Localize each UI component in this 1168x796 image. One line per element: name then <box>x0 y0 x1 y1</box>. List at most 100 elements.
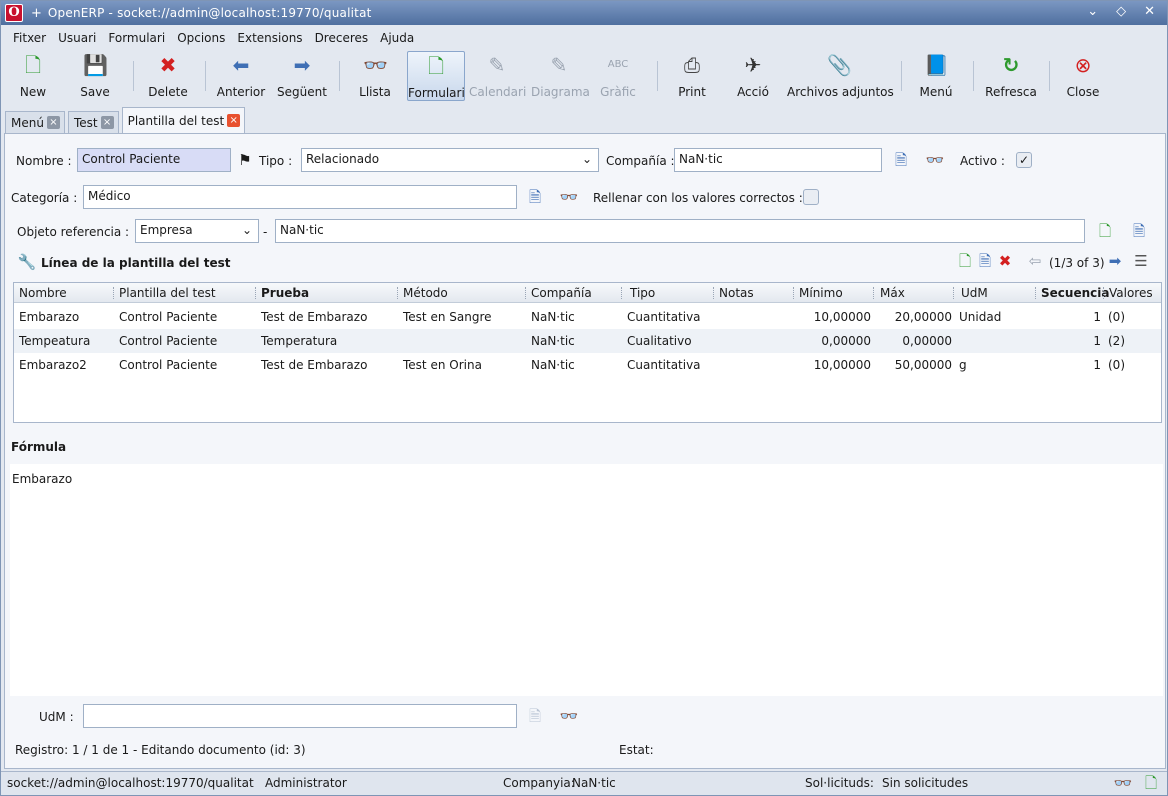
menu-extensions[interactable]: Extensions <box>233 29 310 49</box>
chevron-down-icon: ⌄ <box>241 223 252 237</box>
app-window: O + OpenERP - socket://admin@localhost:1… <box>0 0 1168 796</box>
refresh-button[interactable]: ↻ Refresca <box>981 51 1041 101</box>
table-row[interactable]: Embarazo Control Paciente Test de Embara… <box>14 305 1161 329</box>
requests-label: Sol·licituds: <box>805 776 874 790</box>
column-header[interactable]: Plantilla del test <box>119 286 216 300</box>
binoculars-icon[interactable]: 👓 <box>559 706 579 726</box>
close-window-icon[interactable]: ✕ <box>1144 4 1155 19</box>
menu-dreceres[interactable]: Dreceres <box>311 29 377 49</box>
maximize-icon[interactable]: ◇ <box>1116 4 1126 19</box>
menu-formulari[interactable]: Formulari <box>104 29 173 49</box>
delete-line-icon[interactable]: ✖ <box>995 251 1015 271</box>
binoculars-icon[interactable]: 👓 <box>1113 773 1133 793</box>
wrench-icon: 🔧 <box>17 253 37 271</box>
column-header[interactable]: Método <box>403 286 448 300</box>
form-icon: 🗋 <box>427 54 445 78</box>
switch-view-icon[interactable]: ☰ <box>1131 251 1151 271</box>
toolbar-separator <box>339 61 340 91</box>
binoculars-icon[interactable]: 👓 <box>559 187 579 207</box>
column-header[interactable]: Máx <box>880 286 905 300</box>
menu-fitxer[interactable]: Fitxer <box>9 29 54 49</box>
tipo-select[interactable]: Relacionado ⌄ <box>301 148 599 172</box>
close-button[interactable]: ⊗ Close <box>1063 51 1103 101</box>
refresh-icon: ↻ <box>1002 53 1020 77</box>
minimize-icon[interactable]: ⌄ <box>1087 4 1098 19</box>
toolbar-separator <box>657 61 658 91</box>
new-request-icon[interactable]: 🗋 <box>1141 773 1161 793</box>
delete-button[interactable]: ✖ Delete <box>143 51 193 101</box>
edit-line-icon[interactable]: 🗎 <box>975 251 995 271</box>
requests-value: Sin solicitudes <box>882 776 969 790</box>
close-circle-icon: ⊗ <box>1074 53 1092 77</box>
open-record-icon[interactable]: 🗎 <box>525 706 545 726</box>
lines-pager: (1/3 of 3) <box>1049 256 1105 270</box>
close-tab-icon[interactable]: × <box>227 114 241 127</box>
menu-bar: Fitxer Usuari Formulari Opcions Extensio… <box>1 29 422 49</box>
toolbar-separator <box>901 61 902 91</box>
rellenar-checkbox[interactable] <box>803 189 819 205</box>
column-header[interactable]: Mínimo <box>799 286 843 300</box>
activo-label: Activo : <box>960 154 1005 168</box>
menu-usuari[interactable]: Usuari <box>54 29 104 49</box>
pin-icon: ✎ <box>550 53 568 77</box>
nombre-input[interactable]: Control Paciente <box>77 148 231 172</box>
objeto-model-select[interactable]: Empresa ⌄ <box>135 219 259 243</box>
tab-menu[interactable]: Menú × <box>5 111 65 133</box>
save-button[interactable]: 💾 Save <box>73 51 117 101</box>
calendar-view-button[interactable]: ✎ Calendari <box>469 51 526 101</box>
previous-button[interactable]: ⬅ Anterior <box>213 51 269 101</box>
new-line-icon[interactable]: 🗋 <box>955 251 975 271</box>
toolbar: 🗋 New 💾 Save ✖ Delete ⬅ Anterior ➡ Següe… <box>1 49 1167 103</box>
menu-opcions[interactable]: Opcions <box>173 29 233 49</box>
current-user: Administrator <box>265 776 347 790</box>
column-header[interactable]: Compañía <box>531 286 592 300</box>
binoculars-icon[interactable]: 👓 <box>925 150 945 170</box>
column-header[interactable]: UdM <box>961 286 988 300</box>
column-header[interactable]: Tipo <box>630 286 655 300</box>
column-header[interactable]: Nombre <box>19 286 67 300</box>
new-record-icon[interactable]: 🗋 <box>1095 221 1115 241</box>
lines-section-title: Línea de la plantilla del test <box>41 256 231 270</box>
table-row[interactable]: Embarazo2 Control Paciente Test de Embar… <box>14 353 1161 377</box>
company-label: Companyia: <box>503 776 575 790</box>
arrow-left-icon[interactable]: ⇦ <box>1025 251 1045 271</box>
pin-icon[interactable]: + <box>31 6 42 21</box>
print-button[interactable]: ⎙ Print <box>671 51 713 101</box>
diagram-view-button[interactable]: ✎ Diagrama <box>531 51 590 101</box>
floppy-disk-icon: 💾 <box>83 53 108 77</box>
menu-button[interactable]: 📘 Menú <box>915 51 957 101</box>
close-tab-icon[interactable]: × <box>100 116 114 129</box>
record-status: Registro: 1 / 1 de 1 - Editando document… <box>15 743 306 757</box>
list-view-button[interactable]: 👓 Llista <box>353 51 397 101</box>
arrow-right-icon[interactable]: ➡ <box>1105 251 1125 271</box>
column-header[interactable]: Secuencia <box>1041 286 1109 300</box>
objeto-value-input[interactable]: NaN·tic <box>275 219 1085 243</box>
tab-plantilla-del-test[interactable]: Plantilla del test × <box>121 107 246 133</box>
estat-label: Estat: <box>619 743 654 757</box>
table-row[interactable]: Tempeatura Control Paciente Temperatura … <box>14 329 1161 353</box>
open-record-icon[interactable]: 🗎 <box>1129 221 1149 241</box>
udm-input[interactable] <box>83 704 517 728</box>
column-header[interactable]: Prueba <box>261 286 309 300</box>
compania-input[interactable]: NaN·tic <box>674 148 882 172</box>
menu-ajuda[interactable]: Ajuda <box>376 29 422 49</box>
column-header[interactable]: Valores <box>1109 286 1153 300</box>
window-title: OpenERP - socket://admin@localhost:19770… <box>47 6 372 20</box>
column-header[interactable]: Notas <box>719 286 754 300</box>
open-record-icon[interactable]: 🗎 <box>525 187 545 207</box>
tab-bar: Menú × Test × Plantilla del test × <box>5 107 248 133</box>
attachments-button[interactable]: 📎 Archivos adjuntos <box>787 51 894 101</box>
formula-textarea[interactable]: Embarazo <box>10 464 1163 696</box>
categoria-input[interactable]: Médico <box>83 185 517 209</box>
close-tab-icon[interactable]: × <box>46 116 60 129</box>
graph-view-button[interactable]: ABC Gràfic <box>597 51 639 101</box>
form-view-button[interactable]: 🗋 Formulari <box>407 51 465 101</box>
translate-flag-icon[interactable]: ⚑ <box>235 150 255 170</box>
next-button[interactable]: ➡ Següent <box>275 51 329 101</box>
new-button[interactable]: 🗋 New <box>13 51 53 101</box>
rellenar-label: Rellenar con los valores correctos : <box>593 191 803 205</box>
action-button[interactable]: ✈ Acció <box>733 51 773 101</box>
tab-test[interactable]: Test × <box>67 111 119 133</box>
activo-checkbox[interactable]: ✓ <box>1016 152 1032 168</box>
open-record-icon[interactable]: 🗎 <box>891 150 911 170</box>
